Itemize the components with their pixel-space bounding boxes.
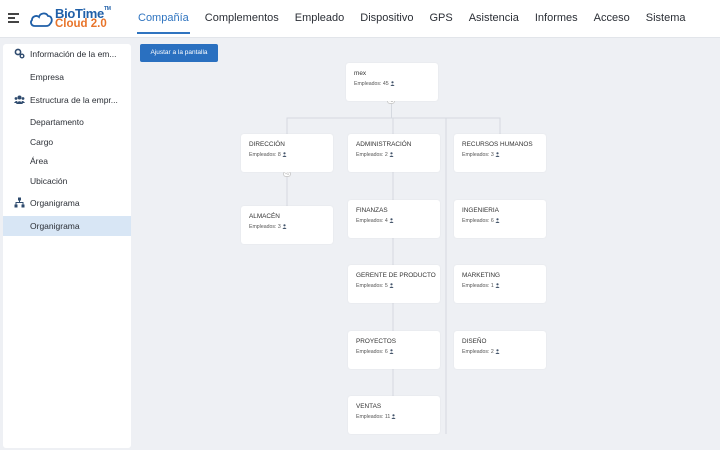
person-icon xyxy=(389,349,394,354)
org-node-name: INGENIERIA xyxy=(462,207,499,214)
org-node-count: Empleados: 5 xyxy=(356,283,394,289)
org-node-name: RECURSOS HUMANOS xyxy=(462,141,533,148)
person-icon xyxy=(389,152,394,157)
person-icon xyxy=(495,152,500,157)
org-node-root[interactable]: mex Empleados: 45 xyxy=(346,63,438,101)
org-node-count: Empleados: 6 xyxy=(356,349,394,355)
org-node-count: Empleados: 3 xyxy=(462,152,500,158)
org-node-diseno[interactable]: DISEÑO Empleados: 2 xyxy=(454,331,546,369)
org-node-count: Empleados: 6 xyxy=(462,218,500,224)
org-node-gerente-de-producto[interactable]: GERENTE DE PRODUCTO Empleados: 5 xyxy=(348,265,440,303)
org-node-count: Empleados: 1 xyxy=(462,283,500,289)
org-node-name: DISEÑO xyxy=(462,338,487,345)
org-node-count: Empleados: 45 xyxy=(354,81,395,87)
org-node-count: Empleados: 2 xyxy=(462,349,500,355)
org-node-direccion[interactable]: DIRECCIÓN Empleados: 8 xyxy=(241,134,333,172)
person-icon xyxy=(391,414,396,419)
org-node-almacen[interactable]: ALMACÉN Empleados: 3 xyxy=(241,206,333,244)
org-node-ventas[interactable]: VENTAS Empleados: 11 xyxy=(348,396,440,434)
org-node-marketing[interactable]: MARKETING Empleados: 1 xyxy=(454,265,546,303)
org-node-name: FINANZAS xyxy=(356,207,388,214)
person-icon xyxy=(495,218,500,223)
org-node-recursos-humanos[interactable]: RECURSOS HUMANOS Empleados: 3 xyxy=(454,134,546,172)
org-node-name: mex xyxy=(354,70,367,77)
org-node-count: Empleados: 11 xyxy=(356,414,396,420)
org-node-count: Empleados: 4 xyxy=(356,218,394,224)
org-node-name: PROYECTOS xyxy=(356,338,397,345)
org-node-finanzas[interactable]: FINANZAS Empleados: 4 xyxy=(348,200,440,238)
person-icon xyxy=(495,349,500,354)
org-node-name: VENTAS xyxy=(356,403,382,410)
person-icon xyxy=(282,224,287,229)
org-node-ingenieria[interactable]: INGENIERIA Empleados: 6 xyxy=(454,200,546,238)
org-node-proyectos[interactable]: PROYECTOS Empleados: 6 xyxy=(348,331,440,369)
org-node-count: Empleados: 8 xyxy=(249,152,287,158)
person-icon xyxy=(495,283,500,288)
person-icon xyxy=(389,283,394,288)
org-node-name: ALMACÉN xyxy=(249,213,280,220)
connector-root xyxy=(286,100,392,134)
org-node-administracion[interactable]: ADMINISTRACIÓN Empleados: 2 xyxy=(348,134,440,172)
org-node-name: GERENTE DE PRODUCTO xyxy=(356,272,436,279)
person-icon xyxy=(389,218,394,223)
person-icon xyxy=(282,152,287,157)
org-node-name: DIRECCIÓN xyxy=(249,141,285,148)
org-node-name: MARKETING xyxy=(462,272,500,279)
org-node-name: ADMINISTRACIÓN xyxy=(356,141,412,148)
org-node-count: Empleados: 3 xyxy=(249,224,287,230)
org-node-count: Empleados: 2 xyxy=(356,152,394,158)
person-icon xyxy=(390,81,395,86)
